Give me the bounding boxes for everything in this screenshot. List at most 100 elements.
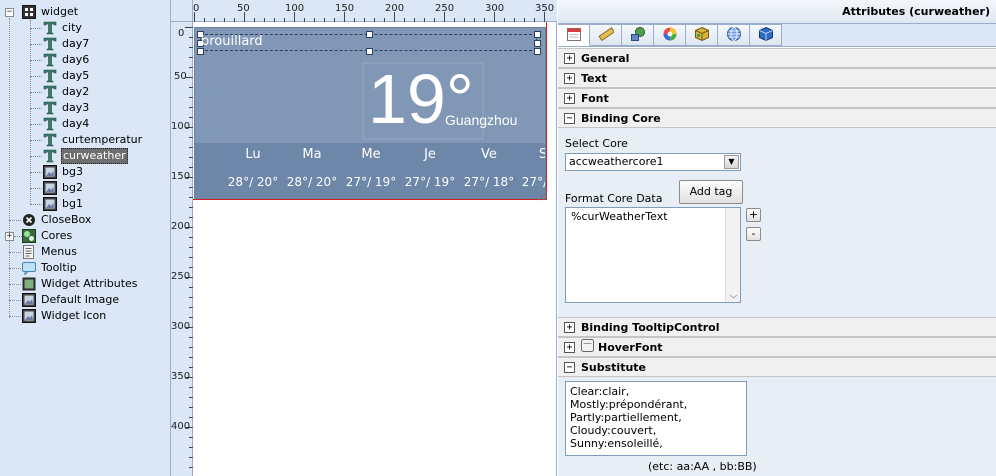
- tab-ruler[interactable]: [590, 24, 622, 46]
- forecast-day-name: Sa: [518, 147, 545, 162]
- expand-icon[interactable]: +: [564, 321, 575, 333]
- section-hover-font[interactable]: + HoverFont: [558, 337, 996, 357]
- canvas-boundary-line: [546, 22, 547, 199]
- tree-item-widget[interactable]: widget: [22, 4, 79, 20]
- forecast-strip: Lu 28°/ 20° Ma 28°/ 20° Me 27°/ 19° Je 2…: [195, 143, 545, 198]
- resize-handle[interactable]: [366, 48, 373, 55]
- tree-item-label: curtemperatur: [62, 133, 143, 146]
- design-canvas[interactable]: 0 50 100 150 200 250 300 350 0 50 100 15…: [171, 0, 557, 476]
- box-icon: [758, 26, 774, 45]
- tree-item-curtemperatur[interactable]: curtemperatur: [43, 132, 143, 148]
- select-core-dropdown[interactable]: accweathercore1 ▼: [565, 153, 741, 171]
- tree-connector: [30, 92, 42, 93]
- tree-item-day3[interactable]: day3: [43, 100, 90, 116]
- add-tag-button[interactable]: Add tag: [679, 180, 743, 204]
- forecast-day-name: Me: [361, 147, 381, 162]
- section-font[interactable]: + Font: [558, 88, 996, 108]
- tree-item-bg2[interactable]: bg2: [43, 180, 84, 196]
- tab-calendar[interactable]: [558, 24, 590, 46]
- tree-connector: [9, 18, 10, 318]
- tree-item-widget-attributes[interactable]: Widget Attributes: [22, 276, 139, 292]
- tree-item-city[interactable]: city: [43, 20, 83, 36]
- ruler-label: 200: [171, 221, 191, 232]
- tab-color[interactable]: [654, 24, 686, 46]
- weather-description: brouillard: [201, 34, 263, 49]
- minus-button[interactable]: -: [746, 227, 761, 241]
- tree-item-day7[interactable]: day7: [43, 36, 90, 52]
- tree-connector: [30, 108, 42, 109]
- tab-globe[interactable]: [718, 24, 750, 46]
- tree-collapse-toggle[interactable]: −: [5, 8, 14, 17]
- tree-item-label: widget: [41, 5, 79, 18]
- section-title: Substitute: [581, 360, 647, 374]
- collapse-icon[interactable]: −: [564, 112, 575, 124]
- tree-item-label: curweather: [61, 148, 128, 164]
- tree-item-curweather[interactable]: curweather: [43, 148, 128, 164]
- tree-item-bg1[interactable]: bg1: [43, 196, 84, 212]
- format-core-data-label: Format Core Data: [565, 192, 663, 205]
- tree-item-label: Widget Icon: [41, 309, 107, 322]
- weather-widget-preview[interactable]: brouillard 19° Guangzhou Lu 28°/ 20° Ma …: [194, 27, 546, 199]
- tree-item-tooltip[interactable]: Tooltip: [22, 260, 78, 276]
- resize-handle[interactable]: [534, 40, 541, 47]
- resize-handle[interactable]: [366, 31, 373, 38]
- section-binding-tooltip[interactable]: + Binding TooltipControl: [558, 317, 996, 337]
- tree-item-menus[interactable]: Menus: [22, 244, 78, 260]
- chevron-down-icon[interactable]: ▼: [724, 155, 739, 169]
- text-icon: [43, 21, 57, 35]
- tree-item-cores[interactable]: Cores: [22, 228, 73, 244]
- tree-expand-toggle[interactable]: +: [5, 232, 14, 241]
- resize-grip-icon[interactable]: [536, 189, 548, 201]
- tree-item-label: city: [62, 21, 82, 34]
- format-core-data-textarea[interactable]: %curWeatherText: [565, 207, 741, 303]
- ruler-label: 150: [171, 171, 191, 182]
- forecast-day-name: Lu: [245, 147, 261, 162]
- tree-item-bg3[interactable]: bg3: [43, 164, 84, 180]
- tree-item-day2[interactable]: day2: [43, 84, 90, 100]
- tree-item-widget-icon[interactable]: Widget Icon: [22, 308, 107, 324]
- tree-item-day4[interactable]: day4: [43, 116, 90, 132]
- tree-connector: [30, 204, 42, 205]
- cube-icon: [694, 26, 710, 45]
- tree-item-label: day2: [62, 85, 90, 98]
- ruler-corner: [171, 0, 193, 22]
- substitute-textarea[interactable]: Clear:clair, Mostly:prépondérant, Partly…: [565, 381, 747, 456]
- text-icon: [43, 69, 57, 83]
- section-substitute[interactable]: − Substitute: [558, 357, 996, 377]
- textarea-scrollbar[interactable]: [725, 208, 740, 302]
- tab-shapes[interactable]: [622, 24, 654, 46]
- tree-item-label: Widget Attributes: [41, 277, 138, 290]
- section-title: Font: [581, 91, 609, 105]
- section-title: HoverFont: [598, 340, 663, 354]
- tree-item-day6[interactable]: day6: [43, 52, 90, 68]
- calendar-icon: [566, 26, 582, 45]
- tree-item-label: bg3: [62, 165, 83, 178]
- expand-icon[interactable]: +: [564, 341, 575, 353]
- tree-item-default-image[interactable]: Default Image: [22, 292, 120, 308]
- resize-handle[interactable]: [197, 48, 204, 55]
- collapse-icon[interactable]: −: [564, 361, 575, 373]
- tree-connector: [9, 220, 21, 221]
- ruler-label: 0: [178, 28, 185, 39]
- tree-item-day5[interactable]: day5: [43, 68, 90, 84]
- text-icon: [43, 149, 57, 163]
- tree-connector: [30, 76, 42, 77]
- section-title: General: [581, 51, 630, 65]
- resize-handle[interactable]: [534, 31, 541, 38]
- ruler-label: 100: [171, 121, 191, 132]
- tree-item-closebox[interactable]: CloseBox: [22, 212, 92, 228]
- horizontal-ruler: 0 50 100 150 200 250 300 350: [193, 0, 557, 22]
- text-icon: [43, 37, 57, 51]
- tab-box[interactable]: [750, 24, 782, 46]
- expand-icon[interactable]: +: [564, 72, 575, 84]
- plus-button[interactable]: +: [746, 208, 761, 222]
- resize-handle[interactable]: [534, 48, 541, 55]
- section-binding-core[interactable]: − Binding Core: [558, 108, 996, 128]
- expand-icon[interactable]: +: [564, 52, 575, 64]
- section-text[interactable]: + Text: [558, 68, 996, 88]
- tab-cube[interactable]: [686, 24, 718, 46]
- close-box-icon: [22, 213, 36, 227]
- expand-icon[interactable]: +: [564, 92, 575, 104]
- ruler-label: 400: [171, 421, 191, 432]
- section-general[interactable]: + General: [558, 48, 996, 68]
